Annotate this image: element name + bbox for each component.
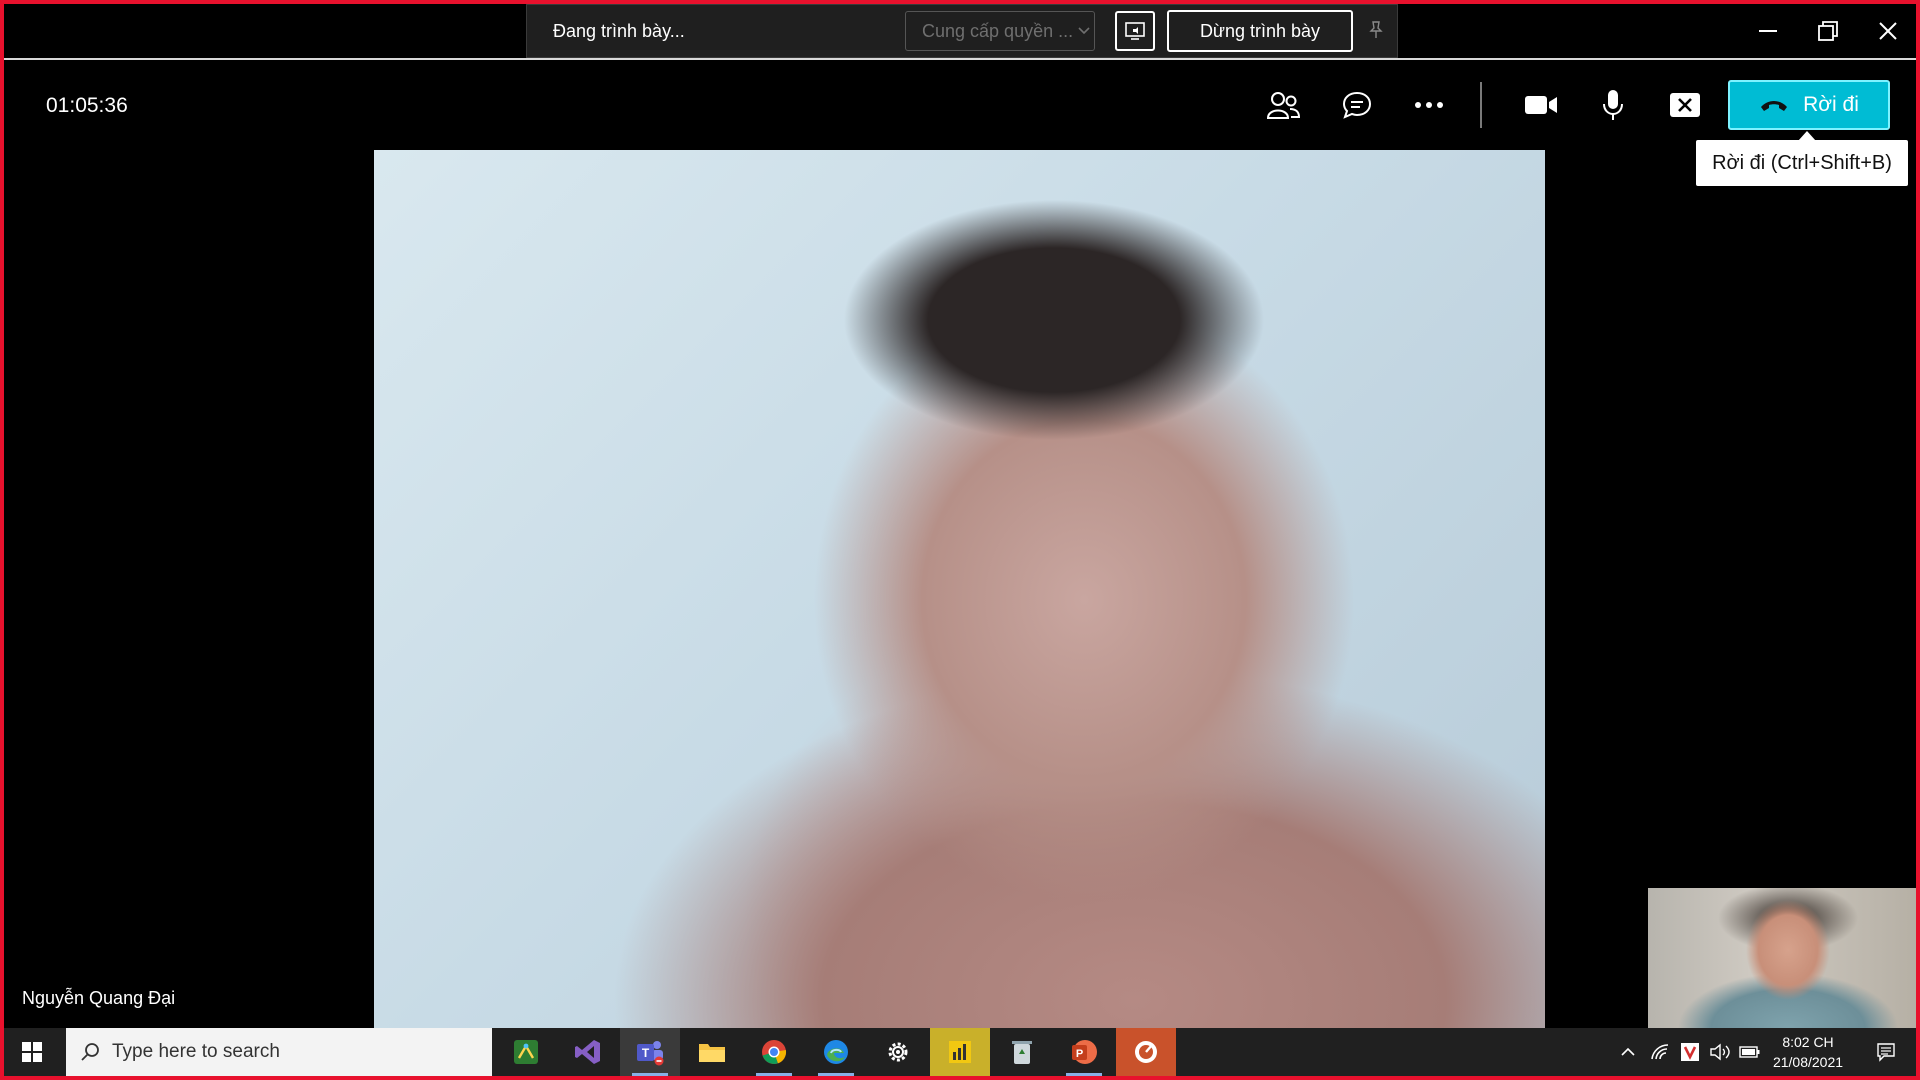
chat-icon (1342, 91, 1372, 119)
chrome-icon (762, 1040, 787, 1064)
microphone-button[interactable] (1590, 82, 1636, 128)
chevron-up-icon (1621, 1047, 1635, 1056)
give-control-dropdown[interactable]: Cung cấp quyền ... (905, 11, 1095, 51)
taskbar-clock[interactable]: 8:02 CH 21/08/2021 (1760, 1032, 1856, 1072)
taskbar-app-power-bi[interactable] (930, 1028, 990, 1076)
toolbar-divider (1480, 82, 1482, 128)
clock-time: 8:02 CH (1782, 1034, 1834, 1050)
taskbar-app-recycle-bin[interactable] (992, 1028, 1052, 1076)
volume-control[interactable] (1706, 1028, 1734, 1076)
camera-button[interactable] (1518, 82, 1564, 128)
battery-icon (1739, 1046, 1760, 1058)
screen-recorder-icon (1135, 1041, 1157, 1063)
taskbar-app-settings[interactable] (868, 1028, 928, 1076)
pin-icon[interactable] (1367, 20, 1385, 45)
chevron-down-icon (1078, 27, 1090, 35)
taskbar-app-teams[interactable]: T (620, 1028, 680, 1076)
file-explorer-icon (699, 1044, 725, 1062)
participant-video (374, 150, 1545, 1028)
action-center-button[interactable] (1868, 1028, 1904, 1076)
network-tool-icon (514, 1040, 538, 1064)
close-icon (1879, 22, 1897, 40)
participants-icon (1266, 92, 1300, 119)
start-button[interactable] (8, 1028, 56, 1076)
presenting-toolbar: Đang trình bày... Cung cấp quyền ... Dừn… (526, 4, 1398, 58)
stop-sharing-button[interactable] (1662, 82, 1708, 128)
meeting-timer: 01:05:36 (46, 94, 128, 117)
give-control-label: Cung cấp quyền ... (922, 20, 1074, 41)
settings-icon (888, 1042, 908, 1062)
taskbar-app-visual-studio[interactable] (558, 1028, 618, 1076)
microphone-icon (1603, 90, 1623, 120)
chat-button[interactable] (1334, 82, 1380, 128)
participants-button[interactable] (1260, 82, 1306, 128)
leave-button[interactable]: Rời đi (1728, 80, 1890, 130)
camera-icon (1525, 96, 1557, 114)
taskbar-app-file-explorer[interactable] (682, 1028, 742, 1076)
search-icon (80, 1042, 100, 1062)
antivirus-tray[interactable] (1676, 1028, 1704, 1076)
self-video-preview[interactable] (1648, 888, 1916, 1028)
powerpoint-icon: P (1072, 1040, 1097, 1064)
more-options-icon (1415, 102, 1443, 108)
taskbar-app-chrome[interactable] (744, 1028, 804, 1076)
restore-button[interactable] (1798, 4, 1858, 58)
taskbar-search-box[interactable]: Type here to search (66, 1028, 492, 1076)
minimize-icon (1759, 30, 1777, 32)
svg-text:T: T (642, 1046, 650, 1060)
recycle-bin-icon (1012, 1041, 1032, 1064)
taskbar-app-edge[interactable] (806, 1028, 866, 1076)
presenting-status: Đang trình bày... (553, 21, 685, 41)
speaker-icon (1710, 1043, 1730, 1061)
edge-icon (824, 1040, 848, 1064)
network-status[interactable] (1646, 1028, 1674, 1076)
participant-name: Nguyễn Quang Đại (22, 988, 176, 1008)
svg-text:P: P (1076, 1048, 1083, 1060)
include-audio-button[interactable] (1115, 11, 1155, 51)
visual-studio-icon (575, 1040, 600, 1064)
taskbar-app-network-tool[interactable] (496, 1028, 556, 1076)
more-options-button[interactable] (1406, 82, 1452, 128)
clock-date: 21/08/2021 (1772, 1054, 1844, 1070)
taskbar-app-powerpoint[interactable]: P (1054, 1028, 1114, 1076)
power-bi-icon (949, 1041, 971, 1063)
notifications-icon (1877, 1043, 1895, 1062)
show-hidden-icons-button[interactable] (1614, 1028, 1642, 1076)
minimize-button[interactable] (1738, 4, 1798, 58)
stop-presenting-button[interactable]: Dừng trình bày (1167, 10, 1353, 52)
meeting-controls: 01:05:36 Rời đi (4, 60, 1916, 148)
teams-icon: T (637, 1041, 664, 1066)
leave-label: Rời đi (1803, 93, 1859, 116)
antivirus-icon (1681, 1043, 1699, 1061)
search-placeholder: Type here to search (112, 1041, 280, 1062)
phone-hangup-icon (1761, 101, 1788, 111)
windows-logo-icon (22, 1042, 42, 1062)
wifi-icon (1651, 1044, 1669, 1060)
taskbar-app-screen-recorder[interactable] (1116, 1028, 1176, 1076)
restore-icon (1818, 21, 1838, 41)
stop-sharing-icon (1670, 93, 1700, 117)
close-button[interactable] (1858, 4, 1918, 58)
leave-tooltip: Rời đi (Ctrl+Shift+B) (1696, 140, 1908, 186)
screen-audio-icon (1125, 22, 1145, 40)
windows-taskbar: Type here to search T P 8:02 CH 21/08/20… (4, 1028, 1916, 1076)
